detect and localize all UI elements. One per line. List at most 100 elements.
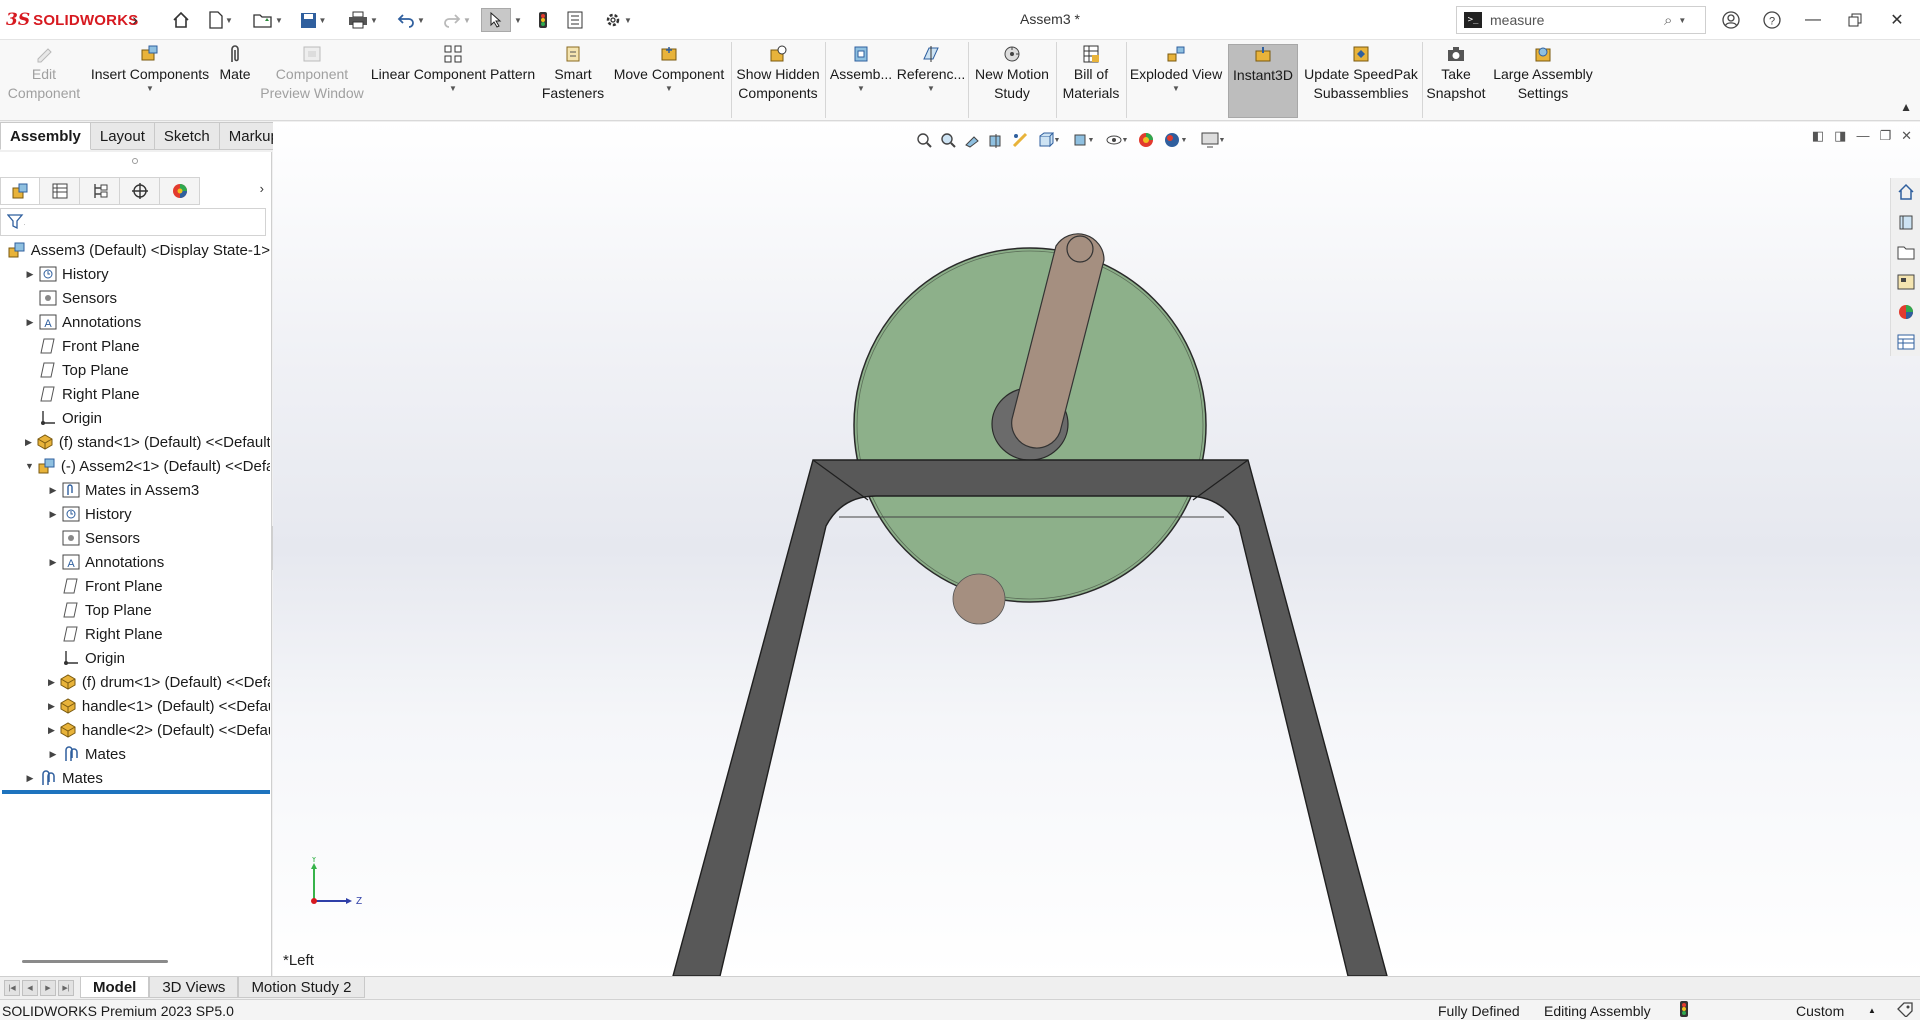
tag-icon[interactable] [1896,1001,1914,1020]
propertymanager-tab[interactable] [40,177,80,205]
exploded-view-dropdown-icon[interactable]: ▼ [1172,84,1180,94]
expand-toggle-icon[interactable]: ▶ [48,485,58,496]
expand-toggle-icon[interactable]: ▶ [48,677,55,688]
tree-node[interactable]: Right Plane [0,382,270,406]
file-properties-icon[interactable] [564,8,586,32]
previous-tab-icon[interactable]: ◀ [22,979,38,996]
tree-horizontal-scrollbar[interactable] [22,960,168,963]
linear-pattern-dropdown-icon[interactable]: ▼ [449,84,457,94]
tree-node[interactable]: ▶ History [0,502,270,526]
dimxpertmanager-tab[interactable] [120,177,160,205]
first-tab-icon[interactable]: |◀ [4,979,20,996]
undo-icon[interactable]: ▼ [392,8,430,32]
show-hidden-components-button[interactable]: Show Hidden Components [734,44,822,118]
search-dropdown-icon[interactable]: ▼ [1678,16,1686,25]
assembly-features-dropdown-icon[interactable]: ▼ [857,84,865,94]
unit-system-label[interactable]: Custom [1796,1003,1844,1019]
select-dropdown-icon[interactable]: ▼ [512,8,522,32]
tree-node[interactable]: ▶ (f) stand<1> (Default) <<Default [0,430,270,454]
expand-toggle-icon[interactable]: ▶ [25,317,35,328]
tree-node[interactable]: ▶ A Annotations [0,550,270,574]
design-library-icon[interactable] [1891,210,1920,234]
last-tab-icon[interactable]: ▶| [58,979,74,996]
open-folder-icon[interactable]: ▼ [248,8,288,32]
menu-expand-icon[interactable]: › [128,8,142,32]
select-arrow-icon[interactable] [481,8,511,32]
tree-filter-box[interactable]: ▼ [0,208,266,236]
tree-node[interactable]: ▶ History [0,262,270,286]
minimize-window-icon[interactable]: — [1800,8,1826,32]
tree-node[interactable]: Top Plane [0,358,270,382]
reference-geometry-button[interactable]: Referenc... ▼ [896,44,966,118]
rollback-bar[interactable] [2,790,270,794]
linear-component-pattern-button[interactable]: Linear Component Pattern ▼ [366,44,540,118]
expand-toggle-icon[interactable]: ▶ [48,557,58,568]
tab-sketch[interactable]: Sketch [154,122,220,150]
search-input[interactable] [1490,12,1660,28]
graphics-area[interactable]: ▼ ▼ ▼ ▼ ▼ ◧ ◨ — ❐ ✕ Y Z *Left [273,122,1920,976]
configurationmanager-tab[interactable] [80,177,120,205]
restore-window-icon[interactable] [1842,8,1868,32]
appearances-scenes-icon[interactable] [1891,300,1920,324]
mate-button[interactable]: Mate [214,44,256,118]
tab-assembly[interactable]: Assembly [0,122,91,150]
featuremanager-tab[interactable] [0,177,40,205]
update-speedpak-button[interactable]: Update SpeedPak Subassemblies [1302,44,1420,118]
reference-geometry-dropdown-icon[interactable]: ▼ [927,84,935,94]
displaymanager-tab[interactable] [160,177,200,205]
help-icon[interactable]: ? [1759,8,1785,32]
user-account-icon[interactable] [1718,8,1744,32]
exploded-view-button[interactable]: Exploded View ▼ [1128,44,1224,118]
tab-3d-views[interactable]: 3D Views [149,977,239,998]
close-window-icon[interactable]: ✕ [1884,8,1910,32]
tree-node[interactable]: Front Plane [0,574,270,598]
tab-model[interactable]: Model [80,977,150,998]
tree-node[interactable]: Origin [0,646,270,670]
new-document-icon[interactable]: ▼ [204,8,238,32]
more-tabs-chevron-icon[interactable]: › [260,181,264,196]
tree-node[interactable]: Assem3 (Default) <Display State-1> [0,238,270,262]
tree-node[interactable]: Origin [0,406,270,430]
assembly-model[interactable] [273,122,1920,976]
search-icon[interactable]: ⌕ [1664,12,1672,29]
assembly-features-button[interactable]: Assemb... ▼ [828,44,894,118]
tree-node[interactable]: ▶ handle<1> (Default) <<Defau [0,694,270,718]
move-component-dropdown-icon[interactable]: ▼ [665,84,673,94]
search-commands-box[interactable]: >_ ⌕ ▼ [1456,6,1706,34]
file-explorer-icon[interactable] [1891,240,1920,264]
tree-node[interactable]: Front Plane [0,334,270,358]
tree-node[interactable]: Right Plane [0,622,270,646]
expand-toggle-icon[interactable]: ▶ [25,773,35,784]
print-icon[interactable]: ▼ [343,8,383,32]
tab-layout[interactable]: Layout [90,122,155,150]
tree-node[interactable]: Sensors [0,286,270,310]
next-tab-icon[interactable]: ▶ [40,979,56,996]
large-assembly-settings-button[interactable]: Large Assembly Settings [1492,44,1594,118]
smart-fasteners-button[interactable]: Smart Fasteners [540,44,606,118]
tree-node[interactable]: Sensors [0,526,270,550]
tree-node[interactable]: ▶ Mates [0,766,270,790]
tree-node[interactable]: ▶ (f) drum<1> (Default) <<Defa [0,670,270,694]
insert-components-button[interactable]: Insert Components ▼ [86,44,214,118]
take-snapshot-button[interactable]: Take Snapshot [1424,44,1488,118]
tab-motion-study-2[interactable]: Motion Study 2 [238,977,365,998]
bill-of-materials-button[interactable]: Bill of Materials [1058,44,1124,118]
unit-system-dropdown-icon[interactable]: ▲ [1868,1006,1876,1015]
expand-toggle-icon[interactable]: ▶ [48,749,58,760]
rebuild-status-icon[interactable] [1680,1001,1688,1020]
instant3d-button[interactable]: Instant3D [1228,44,1298,118]
expand-toggle-icon[interactable]: ▶ [48,701,55,712]
save-icon[interactable]: ▼ [296,8,330,32]
expand-toggle-icon[interactable]: ▼ [25,461,34,471]
custom-properties-icon[interactable] [1891,330,1920,354]
view-palette-icon[interactable] [1891,270,1920,294]
new-motion-study-button[interactable]: New Motion Study [970,44,1054,118]
tree-node[interactable]: ▼ (-) Assem2<1> (Default) <<Defau [0,454,270,478]
expand-toggle-icon[interactable]: ▶ [48,725,55,736]
solidworks-logo[interactable]: 3S SOLIDWORKS [6,10,138,30]
tree-node[interactable]: ▶ handle<2> (Default) <<Defau [0,718,270,742]
home-icon[interactable] [170,8,192,32]
expand-toggle-icon[interactable]: ▶ [25,437,32,448]
expand-toggle-icon[interactable]: ▶ [25,269,35,280]
collapse-ribbon-icon[interactable]: ▲ [1900,100,1912,114]
